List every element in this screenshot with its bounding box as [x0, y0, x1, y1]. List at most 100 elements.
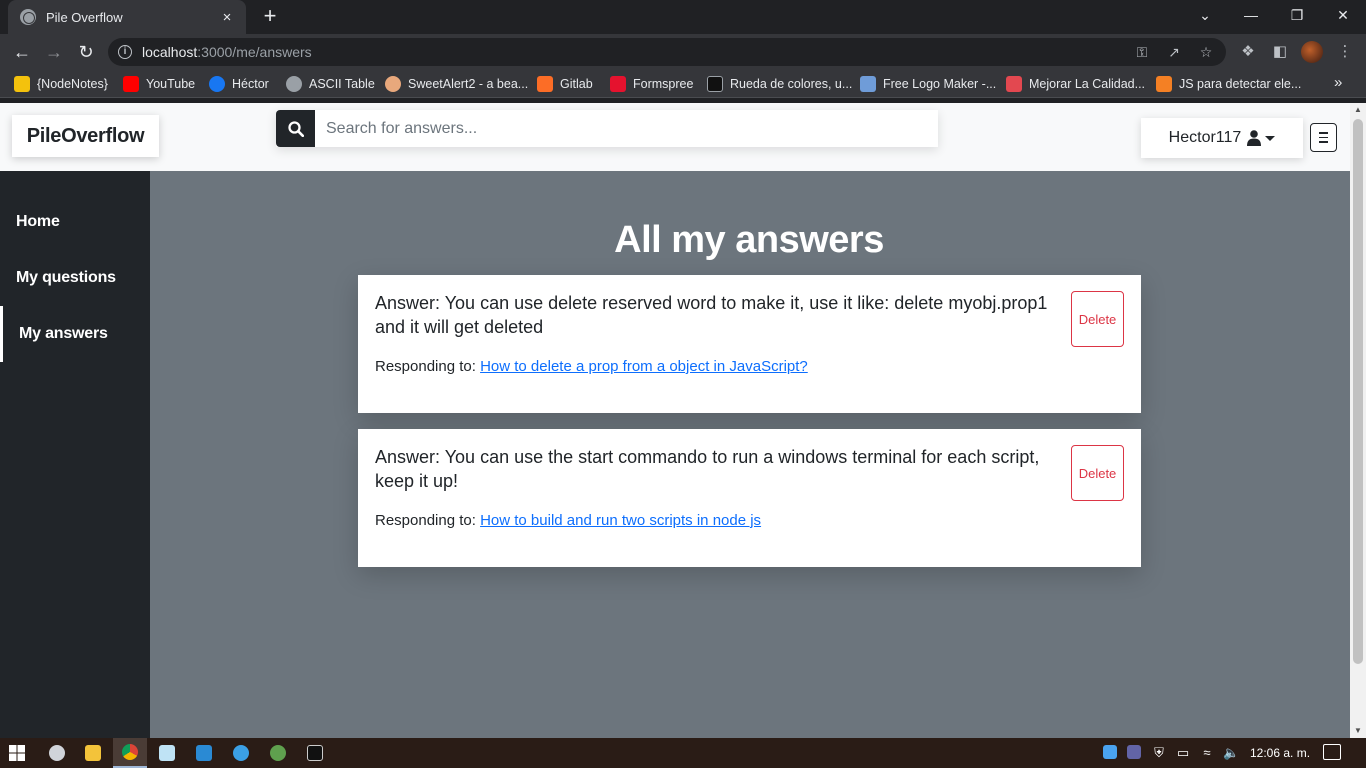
- notepad-icon: [159, 745, 175, 761]
- bookmark-label: Mejorar La Calidad...: [1029, 77, 1146, 91]
- sidebar-item-home[interactable]: Home: [0, 194, 150, 250]
- more-bookmarks-icon[interactable]: »: [1334, 74, 1342, 91]
- zoom-tray-icon[interactable]: [1103, 745, 1119, 761]
- hamburger-menu-button[interactable]: [1310, 123, 1337, 152]
- responding-to: Responding to: How to delete a prop from…: [375, 358, 808, 375]
- sweetalert-icon: [385, 76, 401, 92]
- main-content: All my answers Answer: You can use delet…: [150, 171, 1350, 738]
- tab-search-button[interactable]: ⌄: [1182, 0, 1228, 30]
- search-icon: [287, 120, 304, 137]
- url-host: localhost: [142, 44, 198, 60]
- z-icon: [1006, 76, 1022, 92]
- taskbar-app-chrome[interactable]: [113, 738, 147, 768]
- bookmark-item[interactable]: Mejorar La Calidad...: [1006, 75, 1145, 93]
- browser-tab[interactable]: Pile Overflow ×: [8, 0, 246, 34]
- chrome-icon: [122, 744, 138, 760]
- bookmark-item[interactable]: Rueda de colores, u...: [707, 75, 852, 93]
- close-tab-icon[interactable]: ×: [218, 9, 236, 26]
- scroll-down-icon[interactable]: ▼: [1350, 724, 1366, 738]
- bookmark-label: ASCII Table: [309, 77, 375, 91]
- bookmarks-bar: {NodeNotes} YouTube Héctor ASCII Table S…: [0, 70, 1366, 98]
- delete-button[interactable]: Delete: [1071, 291, 1124, 347]
- info-icon[interactable]: i: [118, 45, 132, 59]
- bookmark-label: Gitlab: [560, 77, 593, 91]
- notification-icon[interactable]: [1323, 744, 1341, 760]
- taskbar-clock[interactable]: 12:06 a. m.: [1250, 738, 1310, 768]
- terminal-icon: [307, 745, 323, 761]
- close-window-button[interactable]: ✕: [1320, 0, 1366, 30]
- scroll-thumb[interactable]: [1353, 119, 1363, 664]
- color-wheel-icon: [707, 76, 723, 92]
- question-link[interactable]: How to delete a prop from a object in Ja…: [480, 358, 808, 375]
- windows-icon: [9, 745, 25, 761]
- user-icon: [1247, 130, 1262, 146]
- minimize-button[interactable]: —: [1228, 0, 1274, 30]
- taskbar-app-edge[interactable]: [224, 738, 258, 768]
- extensions-icon[interactable]: ❖: [1238, 42, 1258, 62]
- answer-card: Answer: You can use delete reserved word…: [358, 275, 1141, 413]
- globe-icon: [286, 76, 302, 92]
- star-icon[interactable]: ☆: [1196, 42, 1216, 62]
- taskbar-app-node[interactable]: [261, 738, 295, 768]
- stackoverflow-icon: [1156, 76, 1172, 92]
- bookmark-item[interactable]: Free Logo Maker -...: [860, 75, 996, 93]
- share-icon[interactable]: ↗: [1164, 42, 1184, 62]
- bookmark-item[interactable]: ASCII Table: [286, 75, 375, 93]
- taskbar-app-terminal[interactable]: [298, 738, 332, 768]
- brand-logo[interactable]: PileOverflow: [12, 115, 159, 157]
- back-arrow-icon[interactable]: ←: [10, 40, 34, 64]
- username: Hector117: [1168, 129, 1242, 146]
- reload-icon[interactable]: ↻: [74, 40, 98, 64]
- taskbar: ⛨ ▭ ≈ 🔈 12:06 a. m.: [0, 738, 1366, 768]
- taskbar-app-notepad[interactable]: [150, 738, 184, 768]
- url-path: :3000/me/answers: [197, 44, 312, 60]
- taskbar-app-paint[interactable]: [40, 738, 74, 768]
- youtube-icon: [123, 76, 139, 92]
- more-menu-icon[interactable]: ⋮: [1335, 42, 1355, 62]
- sidebar-item-my-questions[interactable]: My questions: [0, 250, 150, 306]
- bookmark-item[interactable]: JS para detectar ele...: [1156, 75, 1301, 93]
- new-tab-button[interactable]: +: [258, 4, 282, 28]
- browser-toolbar: ← → ↻ i localhost:3000/me/answers ⚿ ↗ ☆ …: [0, 34, 1366, 70]
- key-icon[interactable]: ⚿: [1132, 42, 1152, 62]
- volume-icon[interactable]: 🔈: [1223, 745, 1239, 761]
- address-bar[interactable]: i localhost:3000/me/answers ⚿ ↗ ☆: [108, 38, 1226, 66]
- taskbar-app-vscode[interactable]: [187, 738, 221, 768]
- teams-tray-icon[interactable]: [1127, 745, 1143, 761]
- profile-avatar[interactable]: [1301, 41, 1323, 63]
- bookmark-item[interactable]: SweetAlert2 - a bea...: [385, 75, 528, 93]
- bookmark-item[interactable]: Formspree: [610, 75, 693, 93]
- delete-button[interactable]: Delete: [1071, 445, 1124, 501]
- answer-text: Answer: You can use delete reserved word…: [375, 293, 1048, 337]
- responding-to: Responding to: How to build and run two …: [375, 512, 761, 529]
- side-panel-icon[interactable]: ◧: [1270, 42, 1290, 62]
- answer-text: Answer: You can use the start commando t…: [375, 447, 1040, 491]
- bookmark-label: Free Logo Maker -...: [883, 77, 997, 91]
- bookmark-item[interactable]: {NodeNotes}: [14, 75, 108, 93]
- search-input[interactable]: [315, 110, 938, 147]
- taskbar-app-explorer[interactable]: [76, 738, 110, 768]
- start-button[interactable]: [0, 738, 34, 768]
- responding-label: Responding to:: [375, 512, 476, 529]
- bookmark-label: JS para detectar ele...: [1179, 77, 1302, 91]
- page-scrollbar[interactable]: ▲ ▼: [1350, 103, 1366, 738]
- responding-label: Responding to:: [375, 358, 476, 375]
- navbar: PileOverflow Hector117: [0, 103, 1350, 171]
- forward-arrow-icon[interactable]: →: [42, 40, 66, 64]
- bookmark-label: Rueda de colores, u...: [730, 77, 853, 91]
- battery-icon[interactable]: ▭: [1175, 745, 1191, 761]
- wifi-icon[interactable]: ≈: [1199, 745, 1215, 761]
- search-group: [276, 110, 938, 147]
- bookmark-item[interactable]: Gitlab: [537, 75, 593, 93]
- question-link[interactable]: How to build and run two scripts in node…: [480, 512, 761, 529]
- logo-maker-icon: [860, 76, 876, 92]
- bookmark-item[interactable]: YouTube: [123, 75, 195, 93]
- web-page: PileOverflow Hector117 Home My questions: [0, 103, 1350, 738]
- scroll-up-icon[interactable]: ▲: [1350, 103, 1366, 117]
- user-menu-dropdown[interactable]: Hector117: [1141, 118, 1303, 158]
- bookmark-item[interactable]: Héctor: [209, 75, 269, 93]
- shield-icon[interactable]: ⛨: [1151, 745, 1167, 761]
- sidebar-item-my-answers[interactable]: My answers: [0, 306, 150, 362]
- restore-button[interactable]: ❐: [1274, 0, 1320, 30]
- search-button[interactable]: [276, 110, 315, 147]
